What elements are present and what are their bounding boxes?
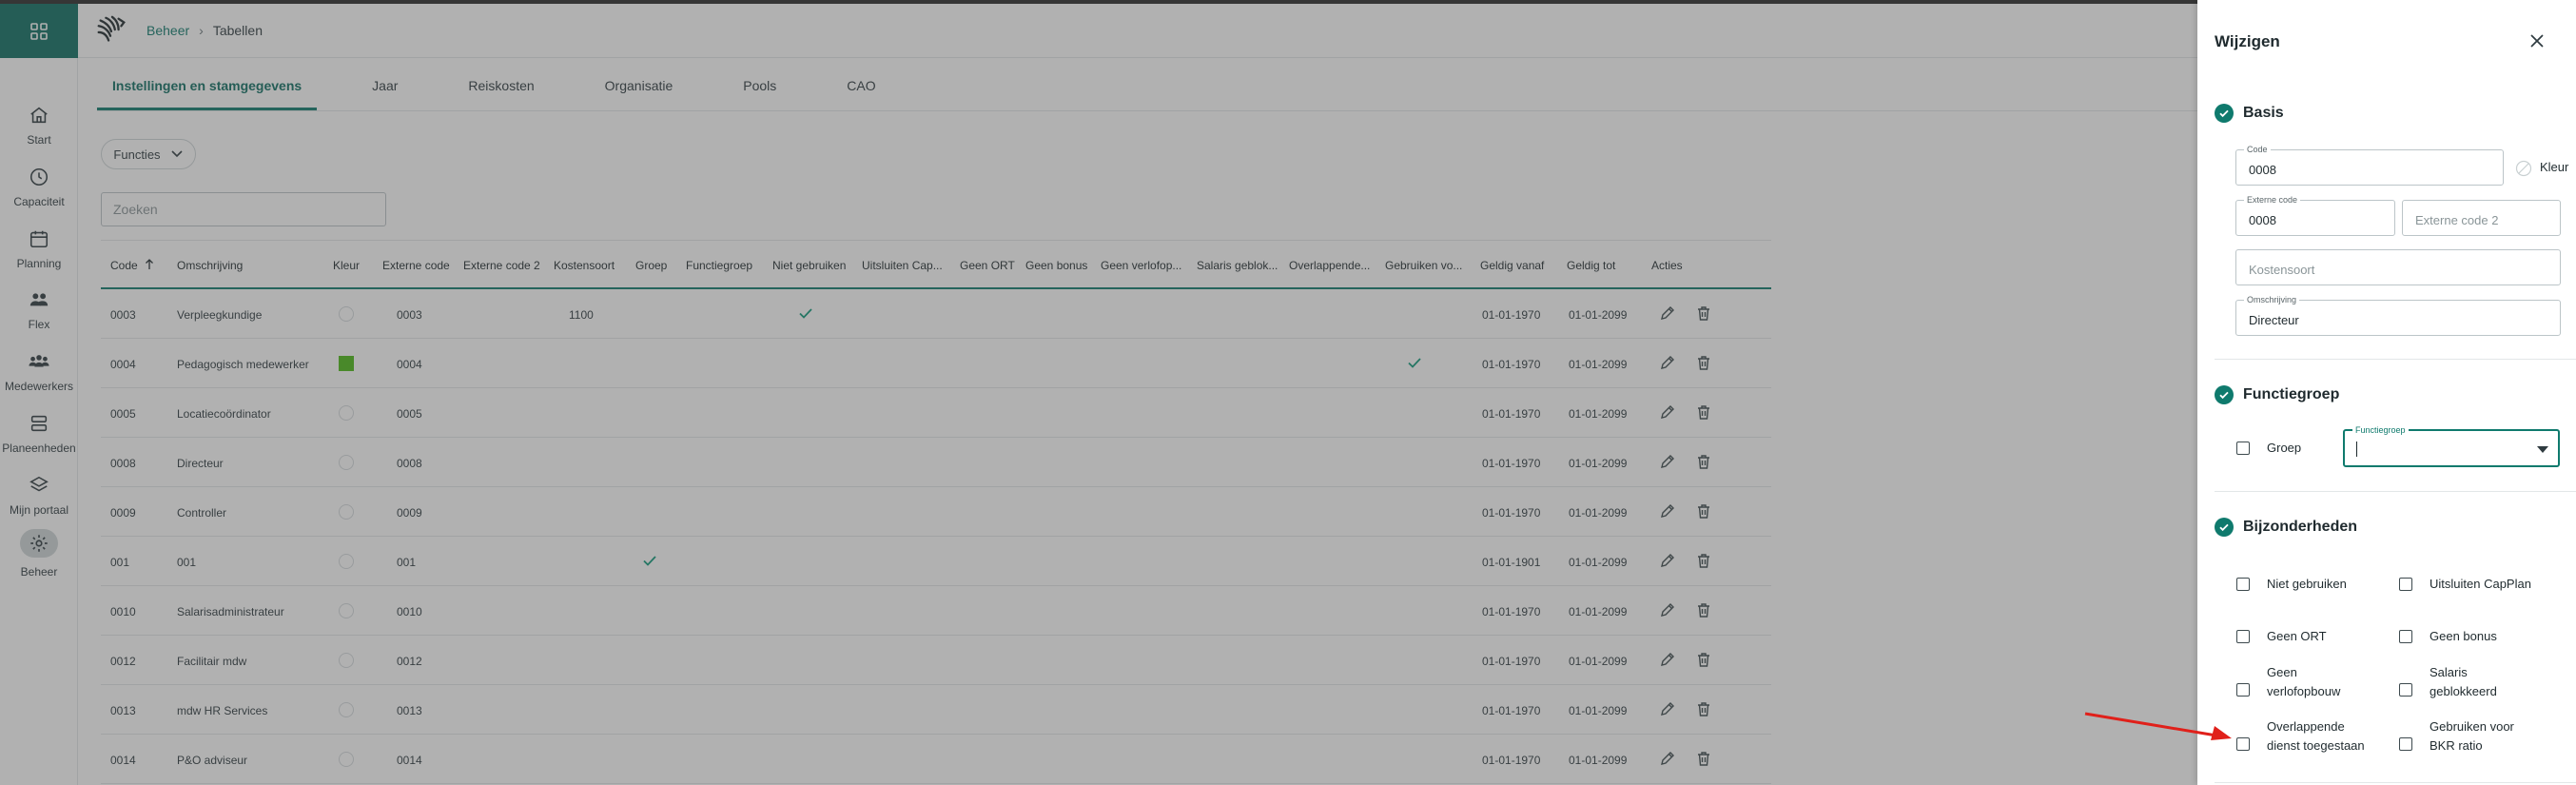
option-label: Overlappende dienst toegestaan [2267,717,2365,756]
option-label-line: Niet gebruiken [2267,577,2347,591]
option-label-line: geblokkeerd [2430,684,2497,698]
annotation-arrow-icon [2084,712,2232,740]
caret-down-icon[interactable] [2537,446,2548,453]
option-checkbox[interactable] [2236,683,2250,697]
kostensoort-field[interactable]: Kostensoort [2235,249,2561,285]
check-circle-icon [2215,518,2234,537]
field-value: 0008 [2249,213,2276,227]
option-checkbox[interactable] [2399,737,2412,751]
option-label-line: Geen ORT [2267,629,2327,643]
option-checkbox[interactable] [2236,630,2250,643]
section-bijzonderheden-header[interactable]: Bijzonderheden [2215,518,2357,537]
option-label-line: Gebruiken voor [2430,719,2514,734]
section-divider [2215,782,2576,783]
option-label: Niet gebruiken [2267,575,2347,594]
option-label-line: Salaris [2430,665,2468,679]
option-label: Salaris geblokkeerd [2430,663,2497,701]
option-checkbox[interactable] [2236,737,2250,751]
option-label-line: Geen bonus [2430,629,2497,643]
field-value: 0008 [2249,163,2276,177]
option-checkbox[interactable] [2399,683,2412,697]
check-circle-icon [2215,385,2234,404]
option-label-line: verlofopbouw [2267,684,2341,698]
option-label-line: Overlappende [2267,719,2345,734]
option-label: Gebruiken voor BKR ratio [2430,717,2514,756]
groep-checkbox[interactable] [2236,442,2250,455]
code-field[interactable]: Code 0008 [2235,145,2504,186]
field-label: Code [2244,145,2271,154]
functiegroep-select[interactable]: Functiegroep [2343,425,2560,467]
option-label: Geen verlofopbouw [2267,663,2340,701]
section-divider [2215,359,2576,360]
panel-title: Wijzigen [2215,32,2280,50]
field-label: Functiegroep [2352,425,2409,435]
option-label-line: dienst toegestaan [2267,738,2365,753]
section-title: Bijzonderheden [2243,519,2358,535]
check-circle-icon [2215,104,2234,123]
field-value: Directeur [2249,313,2299,327]
app-root: Start Capaciteit Planning Flex Medewerke… [0,0,2576,785]
option-label-line: Uitsluiten CapPlan [2430,577,2531,591]
color-swatch-icon[interactable] [2515,160,2532,177]
option-label: Geen ORT [2267,627,2327,646]
field-placeholder: Kostensoort [2249,263,2315,277]
checkbox-label: Groep [2267,441,2302,455]
option-label: Uitsluiten CapPlan [2430,575,2531,594]
field-label: Omschrijving [2244,295,2300,304]
option-label: Geen bonus [2430,627,2497,646]
section-title: Basis [2243,105,2284,121]
section-functiegroep-header[interactable]: Functiegroep [2215,385,2339,404]
section-basis-header[interactable]: Basis [2215,104,2284,123]
text-caret [2356,442,2357,457]
field-label: Externe code [2244,195,2301,205]
option-label-line: Geen [2267,665,2297,679]
option-checkbox[interactable] [2399,630,2412,643]
option-label-line: BKR ratio [2430,738,2483,753]
field-placeholder: Externe code 2 [2415,213,2499,227]
option-checkbox[interactable] [2399,578,2412,591]
section-divider [2215,491,2576,492]
externe-code-field[interactable]: Externe code 0008 [2235,195,2395,236]
kleur-label: Kleur [2540,160,2569,174]
externe-code-2-field[interactable]: Externe code 2 [2402,200,2561,236]
section-title: Functiegroep [2243,386,2340,402]
close-icon[interactable] [2527,30,2547,51]
modal-backdrop[interactable] [0,0,2197,785]
option-checkbox[interactable] [2236,578,2250,591]
omschrijving-field[interactable]: Omschrijving Directeur [2235,295,2561,336]
edit-panel: Wijzigen Basis Code 0008 Kleur Externe c… [2197,0,2576,785]
